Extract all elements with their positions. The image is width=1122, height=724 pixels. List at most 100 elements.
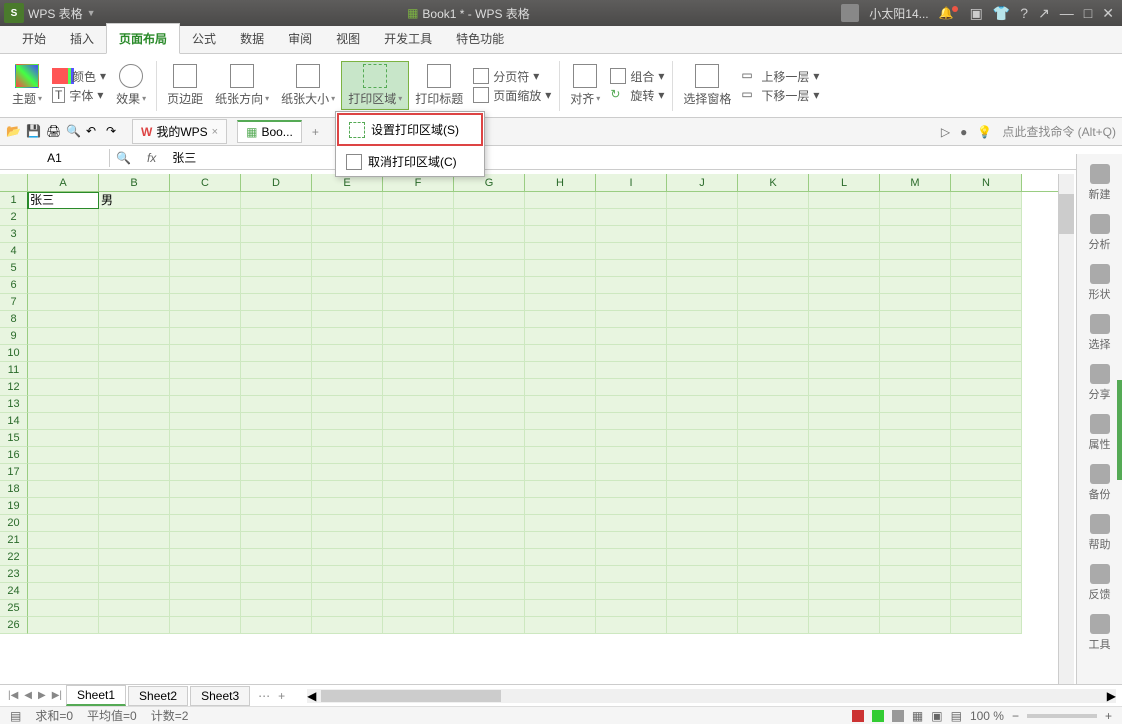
- tab-insert[interactable]: 插入: [58, 24, 106, 53]
- cell-G13[interactable]: [454, 396, 525, 413]
- side-item-3[interactable]: 选择: [1089, 314, 1111, 352]
- cell-F23[interactable]: [383, 566, 454, 583]
- cell-C12[interactable]: [170, 379, 241, 396]
- print-area-button[interactable]: 打印区域▾: [341, 61, 409, 110]
- cell-G23[interactable]: [454, 566, 525, 583]
- row-header-5[interactable]: 5: [0, 260, 28, 277]
- cell-B7[interactable]: [99, 294, 170, 311]
- cell-G21[interactable]: [454, 532, 525, 549]
- cell-D24[interactable]: [241, 583, 312, 600]
- cell-N22[interactable]: [951, 549, 1022, 566]
- cell-I6[interactable]: [596, 277, 667, 294]
- size-button[interactable]: 纸张大小▾: [275, 62, 341, 109]
- cell-A7[interactable]: [28, 294, 99, 311]
- cell-G22[interactable]: [454, 549, 525, 566]
- cell-M24[interactable]: [880, 583, 951, 600]
- cell-L5[interactable]: [809, 260, 880, 277]
- cell-M14[interactable]: [880, 413, 951, 430]
- cell-G6[interactable]: [454, 277, 525, 294]
- cell-C21[interactable]: [170, 532, 241, 549]
- cell-F8[interactable]: [383, 311, 454, 328]
- cell-F21[interactable]: [383, 532, 454, 549]
- tab-special[interactable]: 特色功能: [444, 24, 516, 53]
- cell-B9[interactable]: [99, 328, 170, 345]
- cell-N14[interactable]: [951, 413, 1022, 430]
- cell-F6[interactable]: [383, 277, 454, 294]
- mywps-tab[interactable]: W我的WPS×: [132, 119, 227, 144]
- cell-C20[interactable]: [170, 515, 241, 532]
- cell-F24[interactable]: [383, 583, 454, 600]
- cell-E26[interactable]: [312, 617, 383, 634]
- tab-dev[interactable]: 开发工具: [372, 24, 444, 53]
- cell-N11[interactable]: [951, 362, 1022, 379]
- cell-F10[interactable]: [383, 345, 454, 362]
- cell-F2[interactable]: [383, 209, 454, 226]
- row-header-23[interactable]: 23: [0, 566, 28, 583]
- cell-M23[interactable]: [880, 566, 951, 583]
- save-icon[interactable]: 💾: [26, 124, 42, 140]
- cell-H23[interactable]: [525, 566, 596, 583]
- cell-I19[interactable]: [596, 498, 667, 515]
- set-print-area-item[interactable]: 设置打印区域(S): [337, 113, 483, 146]
- cell-M17[interactable]: [880, 464, 951, 481]
- cell-A6[interactable]: [28, 277, 99, 294]
- side-item-2[interactable]: 形状: [1089, 264, 1111, 302]
- usb-icon[interactable]: ▤: [10, 709, 21, 723]
- cell-L18[interactable]: [809, 481, 880, 498]
- cell-F4[interactable]: [383, 243, 454, 260]
- col-header-N[interactable]: N: [951, 174, 1022, 191]
- cell-G7[interactable]: [454, 294, 525, 311]
- cell-I10[interactable]: [596, 345, 667, 362]
- cell-N10[interactable]: [951, 345, 1022, 362]
- view-layout-icon[interactable]: ▣: [931, 709, 942, 723]
- cell-N23[interactable]: [951, 566, 1022, 583]
- cell-K9[interactable]: [738, 328, 809, 345]
- cell-E22[interactable]: [312, 549, 383, 566]
- cell-A22[interactable]: [28, 549, 99, 566]
- sheet-tab-1[interactable]: Sheet1: [66, 685, 126, 706]
- cell-G12[interactable]: [454, 379, 525, 396]
- cell-G5[interactable]: [454, 260, 525, 277]
- cell-D17[interactable]: [241, 464, 312, 481]
- cell-A10[interactable]: [28, 345, 99, 362]
- cell-J7[interactable]: [667, 294, 738, 311]
- cell-F7[interactable]: [383, 294, 454, 311]
- cell-J26[interactable]: [667, 617, 738, 634]
- cell-K17[interactable]: [738, 464, 809, 481]
- cell-N16[interactable]: [951, 447, 1022, 464]
- cell-N24[interactable]: [951, 583, 1022, 600]
- cell-I1[interactable]: [596, 192, 667, 209]
- cell-I21[interactable]: [596, 532, 667, 549]
- cell-M7[interactable]: [880, 294, 951, 311]
- side-item-8[interactable]: 反馈: [1089, 564, 1111, 602]
- cell-N6[interactable]: [951, 277, 1022, 294]
- col-header-L[interactable]: L: [809, 174, 880, 191]
- cell-H11[interactable]: [525, 362, 596, 379]
- cell-N5[interactable]: [951, 260, 1022, 277]
- cell-G2[interactable]: [454, 209, 525, 226]
- cell-G20[interactable]: [454, 515, 525, 532]
- cell-J13[interactable]: [667, 396, 738, 413]
- cell-C2[interactable]: [170, 209, 241, 226]
- avatar[interactable]: [841, 4, 859, 22]
- cell-M13[interactable]: [880, 396, 951, 413]
- cell-H1[interactable]: [525, 192, 596, 209]
- cell-L16[interactable]: [809, 447, 880, 464]
- cell-K25[interactable]: [738, 600, 809, 617]
- side-handle[interactable]: [1117, 380, 1122, 480]
- maximize-button[interactable]: □: [1084, 5, 1092, 21]
- cell-B6[interactable]: [99, 277, 170, 294]
- zoom-level[interactable]: 100 %: [970, 709, 1004, 723]
- cell-G3[interactable]: [454, 226, 525, 243]
- sheet-nav-next[interactable]: ▶: [36, 690, 48, 701]
- cancel-print-area-item[interactable]: 取消打印区域(C): [336, 147, 484, 176]
- cell-L17[interactable]: [809, 464, 880, 481]
- col-header-B[interactable]: B: [99, 174, 170, 191]
- help-icon[interactable]: ?: [1020, 5, 1028, 21]
- sheet-nav-last[interactable]: ▶|: [50, 690, 64, 701]
- add-tab-button[interactable]: +: [312, 125, 319, 139]
- cell-A14[interactable]: [28, 413, 99, 430]
- cell-B26[interactable]: [99, 617, 170, 634]
- undo-icon[interactable]: ↶: [86, 124, 102, 140]
- cell-M10[interactable]: [880, 345, 951, 362]
